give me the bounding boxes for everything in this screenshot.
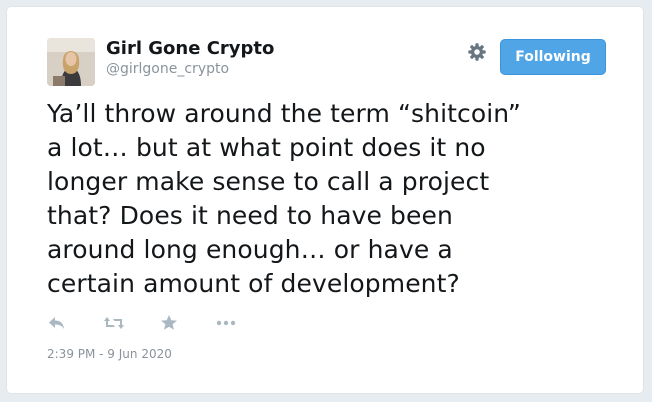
tweet-text-line: certain amount of development? bbox=[47, 269, 460, 298]
following-button[interactable]: Following bbox=[500, 39, 606, 75]
author-name[interactable]: Girl Gone Crypto bbox=[106, 38, 274, 59]
avatar-image bbox=[47, 38, 95, 86]
tweet-text-line: longer make sense to call a project bbox=[47, 167, 490, 196]
tweet-card: Girl Gone Crypto @girlgone_crypto Follow… bbox=[6, 6, 644, 394]
gear-icon[interactable] bbox=[466, 41, 488, 63]
tweet-text: Ya’ll throw around the term “shitcoin” a… bbox=[47, 97, 627, 301]
tweet-text-line: Ya’ll throw around the term “shitcoin” bbox=[47, 99, 521, 128]
tweet-timestamp[interactable]: 2:39 PM - 9 Jun 2020 bbox=[47, 347, 172, 361]
tweet-text-line: a lot… but at what point does it no bbox=[47, 133, 486, 162]
tweet-text-line: around long enough… or have a bbox=[47, 235, 453, 264]
reply-icon[interactable] bbox=[47, 313, 69, 333]
like-icon[interactable] bbox=[159, 313, 181, 333]
more-icon[interactable] bbox=[215, 313, 237, 333]
retweet-icon[interactable] bbox=[103, 313, 125, 333]
author-handle[interactable]: @girlgone_crypto bbox=[106, 61, 229, 77]
tweet-text-line: that? Does it need to have been bbox=[47, 201, 453, 230]
avatar[interactable] bbox=[47, 38, 95, 86]
